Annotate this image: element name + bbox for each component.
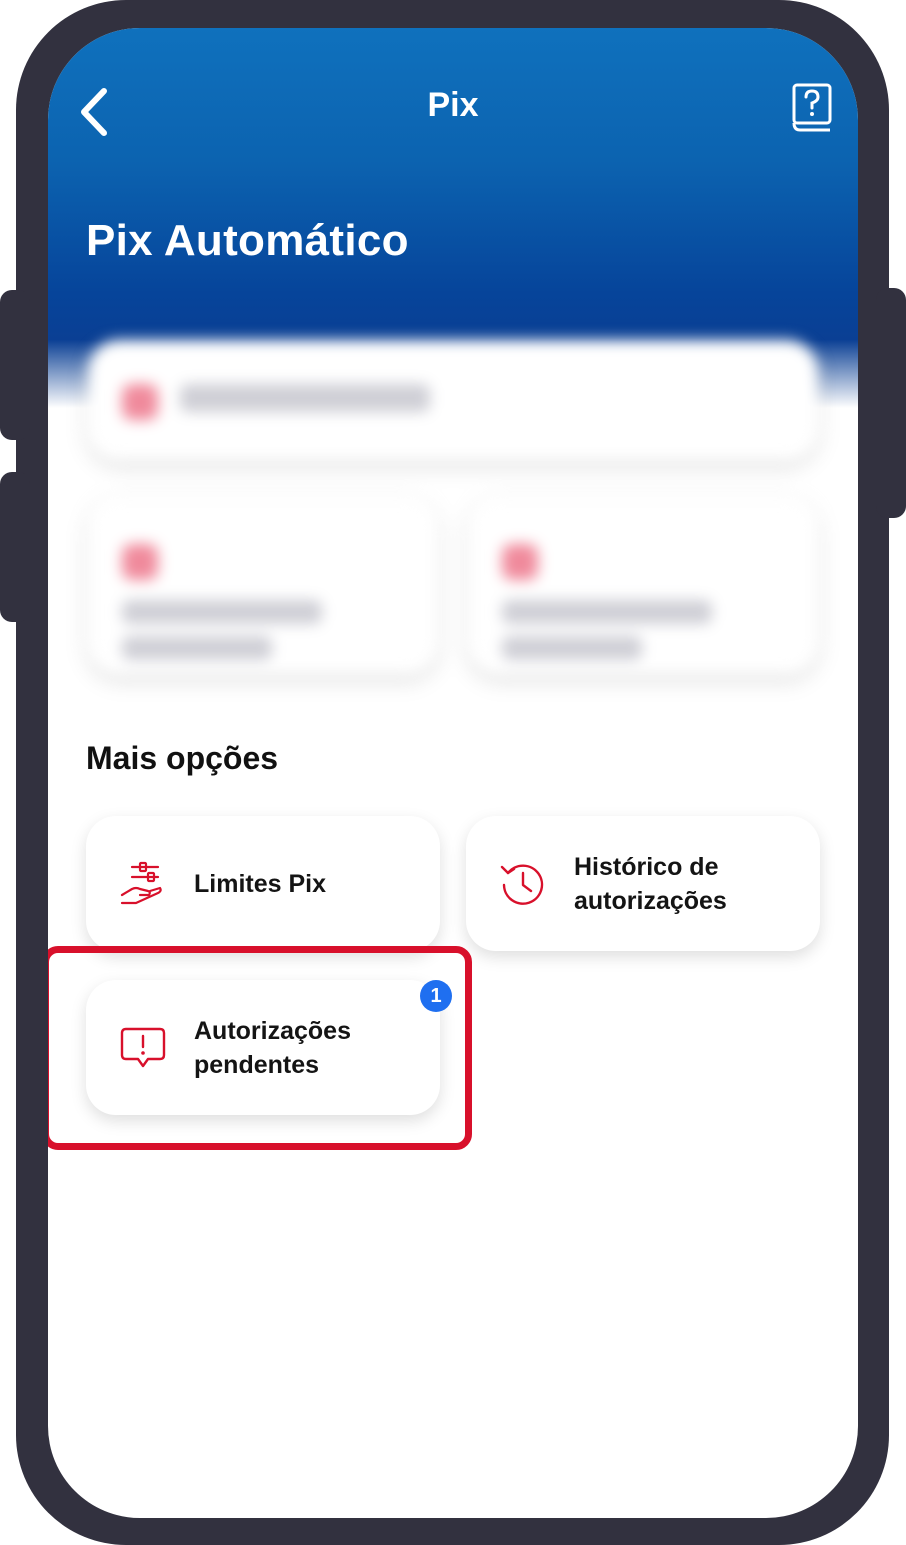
blurred-text bbox=[502, 600, 712, 624]
blurred-icon bbox=[502, 544, 538, 580]
nav-title: Pix bbox=[427, 86, 479, 124]
hand-sliders-icon bbox=[118, 859, 168, 909]
limites-pix-button[interactable]: Limites Pix bbox=[86, 816, 440, 951]
help-book-icon bbox=[792, 83, 832, 132]
phone-side-button bbox=[0, 472, 30, 622]
blurred-text bbox=[502, 636, 642, 660]
section-title: Mais opções bbox=[86, 740, 279, 776]
blurred-text bbox=[180, 384, 430, 412]
phone-screen: Pix Pix Automático Mais opções Limites P… bbox=[48, 28, 858, 1518]
help-button[interactable] bbox=[788, 80, 836, 136]
blurred-card bbox=[88, 496, 438, 674]
blurred-card bbox=[88, 340, 818, 460]
history-clock-icon bbox=[498, 859, 548, 909]
blurred-text bbox=[122, 636, 272, 660]
page-title: Pix Automático bbox=[86, 216, 409, 265]
pendentes-label-line2: pendentes bbox=[194, 1050, 320, 1079]
phone-side-button bbox=[876, 288, 906, 518]
historico-label-line1: Histórico de bbox=[574, 852, 719, 881]
blurred-icon bbox=[122, 384, 158, 420]
pendentes-label-line1: Autorizações bbox=[194, 1016, 351, 1045]
blurred-text bbox=[122, 600, 322, 624]
historico-label: Histórico de autorizações bbox=[574, 850, 727, 918]
limites-pix-label: Limites Pix bbox=[194, 869, 326, 898]
blurred-icon bbox=[122, 544, 158, 580]
blurred-card bbox=[468, 496, 818, 674]
historico-autorizacoes-button[interactable]: Histórico de autorizações bbox=[466, 816, 820, 951]
pendentes-label: Autorizações pendentes bbox=[194, 1014, 351, 1082]
phone-side-button bbox=[0, 290, 30, 440]
notification-badge: 1 bbox=[420, 980, 452, 1012]
blurred-content bbox=[48, 28, 858, 728]
alert-message-icon bbox=[118, 1023, 168, 1073]
autorizacoes-pendentes-button[interactable]: Autorizações pendentes bbox=[86, 980, 440, 1115]
historico-label-line2: autorizações bbox=[574, 886, 727, 915]
